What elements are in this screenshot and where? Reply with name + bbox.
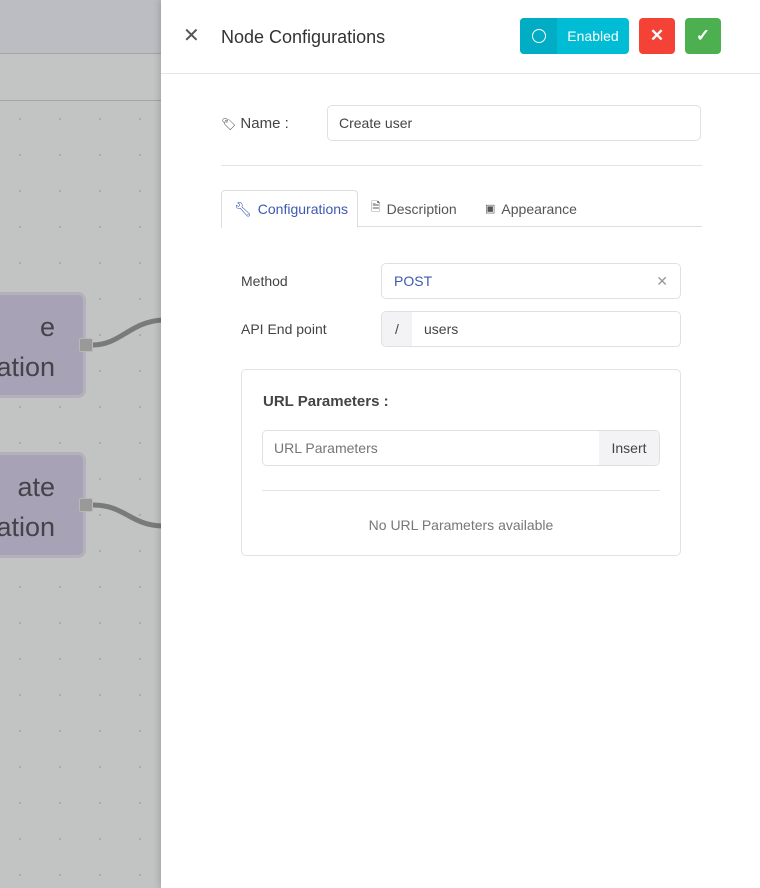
panel-title: Node Configurations xyxy=(221,27,386,47)
check-icon: ✓ xyxy=(695,26,711,45)
node-config-panel: ✕ Node Configurations Enabled ✕ ✓ 🏷 Name… xyxy=(161,0,760,888)
empty-state-text: No URL Parameters available xyxy=(368,517,554,533)
confirm-button[interactable]: ✓ xyxy=(685,18,721,54)
close-icon: ✕ xyxy=(649,26,665,45)
connection-wire xyxy=(92,317,162,348)
url-parameters-card: URL Parameters : Insert No URL Parameter… xyxy=(241,369,681,556)
clear-icon[interactable]: ✕ xyxy=(656,273,668,290)
tab-bar: 🔧︎ Configurations 🗎 Description ▣ Appearanc… xyxy=(221,190,702,228)
connections xyxy=(92,317,162,529)
url-params-field: Insert xyxy=(262,430,660,466)
name-label: Name : xyxy=(240,115,289,132)
node-output-port[interactable] xyxy=(79,498,93,512)
divider xyxy=(221,165,702,166)
endpoint-input[interactable]: / users xyxy=(381,311,681,347)
wrench-icon: 🔧︎ xyxy=(234,200,252,217)
panel-header: ✕ Node Configurations Enabled ✕ ✓ xyxy=(161,0,760,74)
url-params-input[interactable] xyxy=(263,431,599,465)
method-value: POST xyxy=(394,273,433,289)
tab-configurations[interactable]: 🔧︎ Configurations xyxy=(221,190,358,228)
endpoint-label: API End point xyxy=(241,321,327,337)
tab-description[interactable]: 🗎 Description xyxy=(371,190,457,227)
node-label: ation xyxy=(0,352,55,382)
node-label: ation xyxy=(0,512,55,542)
workflow-node[interactable]: e ation xyxy=(0,292,86,398)
url-params-title: URL Parameters : xyxy=(263,393,389,410)
tab-label: Description xyxy=(386,200,457,217)
enabled-toggle[interactable]: Enabled xyxy=(520,18,629,54)
name-input[interactable]: Create user xyxy=(327,105,701,141)
endpoint-value: users xyxy=(424,321,459,337)
toggle-circle-icon xyxy=(520,18,557,54)
divider xyxy=(262,490,660,491)
workflow-node[interactable]: ate ation xyxy=(0,452,86,558)
tab-appearance[interactable]: ▣ Appearance xyxy=(485,190,577,227)
palette-icon: ▣ xyxy=(485,203,496,215)
name-label-wrap: 🏷 Name : xyxy=(221,115,289,132)
close-icon[interactable]: ✕ xyxy=(183,26,200,46)
name-value: Create user xyxy=(339,115,413,131)
tag-icon: 🏷 xyxy=(221,117,237,131)
connection-wire xyxy=(92,502,162,529)
method-select[interactable]: POST ✕ xyxy=(381,263,681,299)
tab-label: Configurations xyxy=(257,201,349,217)
insert-button[interactable]: Insert xyxy=(599,431,659,465)
method-label: Method xyxy=(241,273,288,289)
document-icon: 🗎 xyxy=(371,200,381,214)
tab-label: Appearance xyxy=(501,200,577,217)
toggle-label: Enabled xyxy=(567,28,619,44)
node-label: e xyxy=(39,312,55,342)
endpoint-prefix: / xyxy=(382,312,412,346)
cancel-button[interactable]: ✕ xyxy=(639,18,675,54)
node-label: ate xyxy=(17,472,55,502)
node-output-port[interactable] xyxy=(79,338,93,352)
